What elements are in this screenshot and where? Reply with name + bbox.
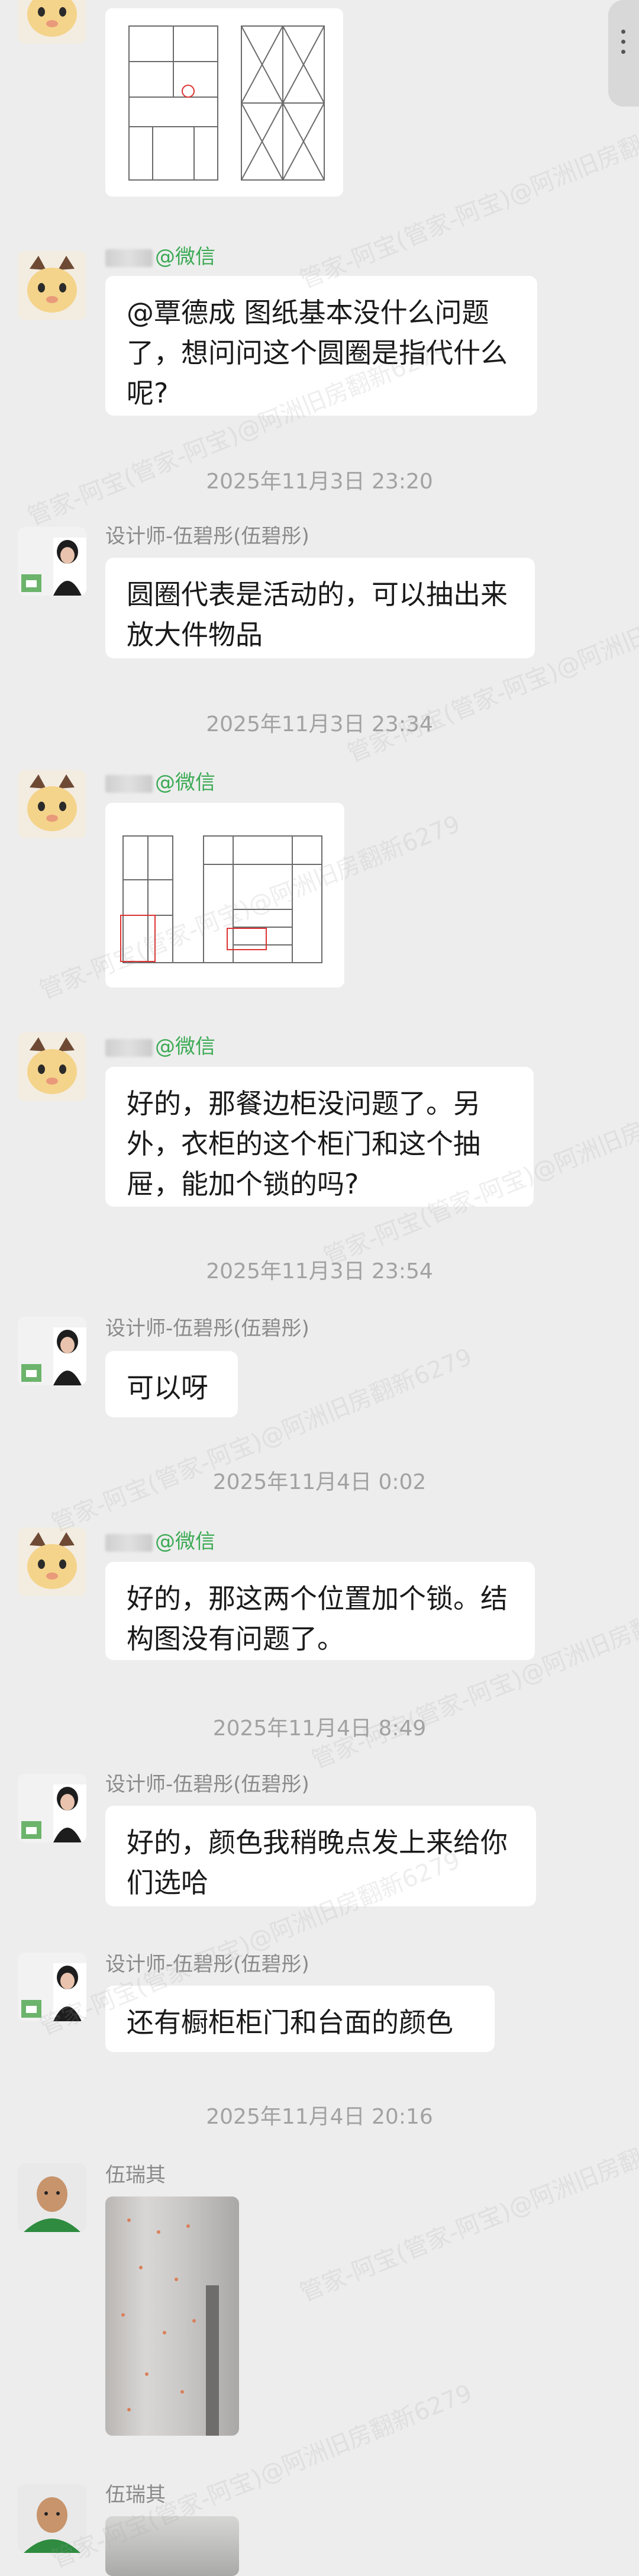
designer-avatar[interactable]: [18, 1953, 86, 2021]
message-text: @覃德成 图纸基本没什么问题了，想问问这个圆圈是指代什么呢?: [127, 297, 508, 409]
message-bubble[interactable]: 好的，那这两个位置加个锁。结构图没有问题了。: [105, 1562, 535, 1660]
cat-avatar[interactable]: [18, 770, 86, 838]
timestamp: 2025年11月4日 20:16: [206, 2105, 433, 2129]
message-bubble[interactable]: 圆圈代表是活动的，可以抽出来放大件物品: [105, 558, 535, 658]
blurred-name: [105, 249, 153, 267]
message-bubble[interactable]: 好的，颜色我稍晚点发上来给你们选哈: [105, 1806, 536, 1906]
cat-avatar[interactable]: [18, 0, 86, 44]
message-bubble[interactable]: 好的，那餐边柜没问题了。另外，衣柜的这个柜门和这个抽屉，能加个锁的吗?: [105, 1067, 534, 1207]
sender-name: 伍瑞其: [105, 2483, 166, 2507]
message-text: 圆圈代表是活动的，可以抽出来放大件物品: [127, 578, 508, 651]
scroll-handle[interactable]: [608, 0, 639, 107]
message-text: 好的，颜色我稍晚点发上来给你们选哈: [127, 1826, 508, 1899]
wall-photo[interactable]: [105, 2196, 239, 2436]
cat-avatar[interactable]: [18, 1033, 86, 1101]
sender-name: 设计师-伍碧彤(伍碧彤): [105, 1317, 309, 1340]
message-bubble[interactable]: 可以呀: [105, 1351, 238, 1417]
designer-avatar[interactable]: [18, 527, 86, 596]
room-photo[interactable]: [105, 2516, 239, 2576]
designer-avatar[interactable]: [18, 1317, 86, 1385]
drawing-image-1[interactable]: [105, 8, 343, 197]
message-text: 可以呀: [127, 1372, 208, 1404]
sender-name: @微信: [105, 1529, 215, 1555]
sender-name: @微信: [105, 1034, 215, 1060]
man-avatar[interactable]: [18, 2163, 86, 2232]
blurred-name: [105, 1533, 153, 1552]
timestamp: 2025年11月3日 23:34: [206, 712, 433, 737]
chat-history: @微信 @覃德成 图纸基本没什么问题了，想问问这个圆圈是指代什么呢? 2025年…: [0, 0, 639, 2576]
message-text: 好的，那这两个位置加个锁。结构图没有问题了。: [127, 1583, 508, 1655]
message-bubble[interactable]: @覃德成 图纸基本没什么问题了，想问问这个圆圈是指代什么呢?: [105, 276, 537, 416]
designer-avatar[interactable]: [18, 1774, 86, 1842]
sender-name: @微信: [105, 770, 215, 796]
timestamp: 2025年11月3日 23:20: [206, 469, 433, 494]
sender-name: 设计师-伍碧彤(伍碧彤): [105, 1953, 309, 1976]
sender-name: 设计师-伍碧彤(伍碧彤): [105, 1773, 309, 1796]
watermark-text: 管家-阿宝(管家-阿宝)@阿洲旧房翻新6279: [296, 2112, 639, 2307]
timestamp: 2025年11月3日 23:54: [206, 1259, 433, 1284]
message-bubble[interactable]: 还有橱柜柜门和台面的颜色: [105, 1986, 495, 2052]
cat-avatar[interactable]: [18, 251, 86, 320]
timestamp: 2025年11月4日 0:02: [212, 1470, 427, 1494]
sender-name: @微信: [105, 244, 215, 270]
drawing-image-2[interactable]: [105, 803, 344, 988]
timestamp: 2025年11月4日 8:49: [212, 1716, 427, 1741]
blurred-name: [105, 1038, 153, 1057]
sender-name: 设计师-伍碧彤(伍碧彤): [105, 525, 309, 548]
cat-avatar[interactable]: [18, 1527, 86, 1596]
man-avatar[interactable]: [18, 2484, 86, 2553]
watermark-text: 管家-阿宝(管家-阿宝)@阿洲旧房翻新6279: [296, 99, 639, 294]
message-text: 好的，那餐边柜没问题了。另外，衣柜的这个柜门和这个抽屉，能加个锁的吗?: [127, 1088, 480, 1200]
more-icon: [621, 30, 626, 60]
blurred-name: [105, 774, 153, 793]
message-text: 还有橱柜柜门和台面的颜色: [127, 2006, 453, 2038]
sender-name: 伍瑞其: [105, 2163, 166, 2187]
